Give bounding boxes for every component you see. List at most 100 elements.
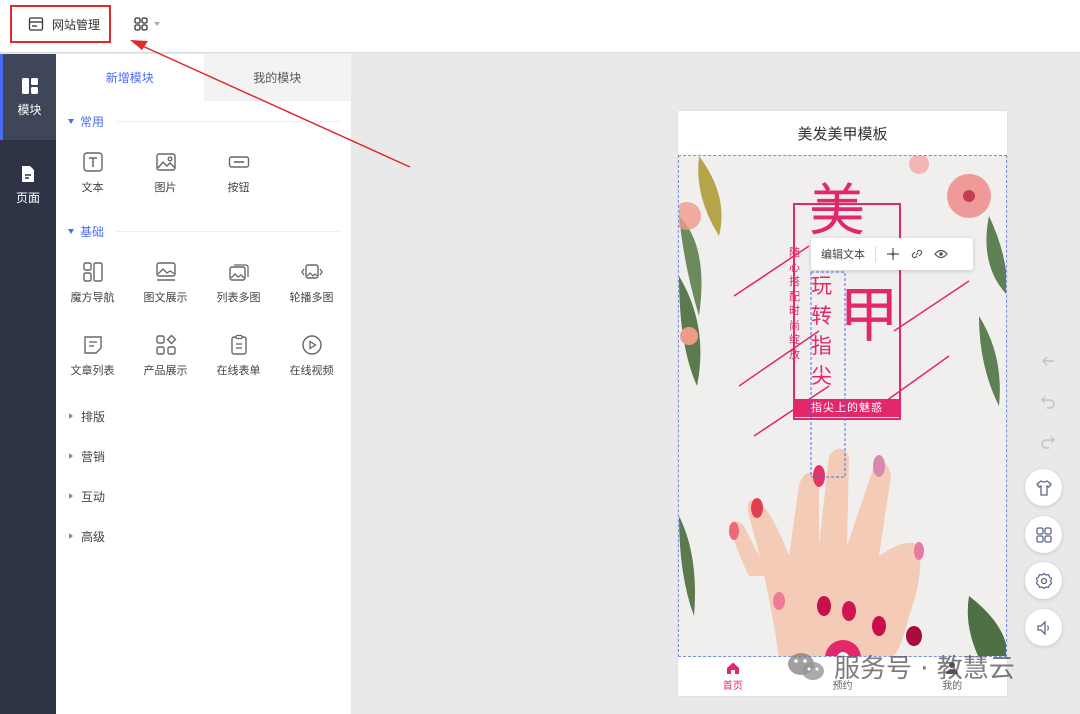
watermark-text: 服务号 · 教慧云: [834, 654, 1015, 684]
caret-right-icon: [69, 493, 73, 499]
phone-preview: 美发美甲模板 美 甲 随心搭配时尚绽放 玩转指尖 指尖上的魅惑 首页 预约 我的: [678, 111, 1007, 696]
divider: [116, 230, 339, 232]
home-icon: [726, 662, 739, 674]
page-icon: [22, 166, 34, 182]
gear-icon: [1035, 572, 1052, 589]
module-label: 按钮: [227, 180, 250, 194]
tab-my-modules[interactable]: 我的模块: [203, 54, 351, 101]
site-icon: [28, 17, 44, 31]
chevron-down-icon: [154, 22, 160, 26]
module-label: 在线视频: [289, 363, 334, 377]
module-list-images[interactable]: 列表多图: [202, 246, 275, 319]
module-carousel[interactable]: 轮播多图: [275, 246, 348, 319]
site-management-label: 网站管理: [52, 17, 101, 32]
link-icon[interactable]: [910, 247, 924, 261]
modules-button[interactable]: [1025, 516, 1062, 553]
section-advanced[interactable]: 高级: [56, 516, 351, 556]
module-button[interactable]: 按钮: [202, 136, 275, 209]
section-title: 常用: [80, 114, 105, 129]
rail-item-label: 模块: [17, 103, 42, 117]
button-icon: [228, 155, 249, 168]
section-interaction[interactable]: 互动: [56, 476, 351, 516]
undo-button[interactable]: [1037, 390, 1059, 412]
module-text[interactable]: 文本: [56, 136, 129, 209]
list-images-icon: [228, 263, 249, 281]
video-play-icon: [301, 334, 322, 355]
module-label: 图文展示: [143, 290, 188, 304]
carousel-icon: [300, 263, 323, 279]
article-list-icon: [83, 335, 102, 354]
section-title: 高级: [81, 529, 106, 544]
module-grid-common: 文本 图片 按钮: [56, 136, 351, 209]
rail-item-label: 页面: [15, 191, 40, 205]
speaker-icon: [1036, 619, 1049, 636]
tab-new-modules[interactable]: 新增模块: [56, 54, 204, 101]
redo-icon: [1041, 436, 1055, 449]
nav-label: 首页: [722, 681, 743, 692]
module-online-form[interactable]: 在线表单: [202, 319, 275, 392]
online-form-icon: [230, 334, 247, 355]
module-cube-nav[interactable]: 魔方导航: [56, 246, 129, 319]
poster-vertical-main[interactable]: 玩转指尖: [811, 271, 837, 391]
module-product-display[interactable]: 产品展示: [129, 319, 202, 392]
nav-home[interactable]: 首页: [703, 661, 763, 692]
module-article-list[interactable]: 文章列表: [56, 319, 129, 392]
theme-button[interactable]: [1025, 469, 1062, 506]
wechat-icon: [788, 652, 824, 680]
rail-item-modules[interactable]: 模块: [0, 54, 56, 140]
layout-blocks-icon: [21, 78, 38, 94]
section-title: 互动: [81, 489, 106, 504]
divider: [875, 246, 876, 262]
arrow-left-icon: [1042, 356, 1054, 366]
rail-item-pages[interactable]: 页面: [0, 142, 56, 228]
module-label: 轮播多图: [289, 290, 334, 304]
apps-menu-button[interactable]: [134, 17, 160, 31]
animation-icon[interactable]: [886, 247, 900, 261]
caret-down-icon: [68, 118, 74, 124]
module-image[interactable]: 图片: [129, 136, 202, 209]
left-rail: 模块 页面: [0, 54, 56, 714]
section-title: 基础: [80, 224, 105, 239]
shirt-icon: [1035, 479, 1052, 496]
cube-nav-icon: [82, 261, 103, 282]
section-header-common[interactable]: 常用: [56, 111, 351, 131]
eye-icon[interactable]: [934, 247, 948, 261]
edit-text-toolbar: 编辑文本: [811, 238, 973, 270]
image-icon: [155, 152, 176, 171]
module-label: 在线表单: [216, 363, 261, 377]
page-title: 美发美甲模板: [797, 124, 888, 143]
caret-down-icon: [68, 228, 74, 234]
settings-button[interactable]: [1025, 562, 1062, 599]
section-title: 排版: [81, 409, 106, 424]
edit-text-button[interactable]: 编辑文本: [821, 246, 865, 262]
grid-icon: [1035, 526, 1052, 543]
text-icon: [82, 151, 103, 172]
module-grid-basic: 魔方导航 图文展示 列表多图 轮播多图 文章列表 产品展示 在线表单 在线视频: [56, 246, 351, 392]
module-label: 图片: [154, 180, 177, 194]
top-bar: 网站管理: [0, 0, 1080, 53]
caret-right-icon: [69, 413, 73, 419]
caret-right-icon: [69, 533, 73, 539]
music-button[interactable]: [1025, 609, 1062, 646]
module-panel: 新增模块 我的模块 常用 文本 图片 按钮 基础 魔方导航 图文展示 列表多图 …: [56, 54, 351, 714]
section-layout[interactable]: 排版: [56, 396, 351, 436]
redo-button[interactable]: [1037, 430, 1059, 452]
section-title: 营销: [81, 449, 106, 464]
site-management-button[interactable]: 网站管理: [10, 5, 111, 43]
module-online-video[interactable]: 在线视频: [275, 319, 348, 392]
back-arrow-button[interactable]: [1037, 350, 1059, 372]
undo-icon: [1041, 396, 1055, 409]
module-tabs: 新增模块 我的模块: [56, 54, 351, 101]
product-display-icon: [155, 334, 176, 355]
section-header-basic[interactable]: 基础: [56, 221, 351, 241]
poster-image[interactable]: 美 甲 随心搭配时尚绽放 玩转指尖 指尖上的魅惑: [678, 155, 1007, 657]
caret-right-icon: [69, 453, 73, 459]
module-label: 文章列表: [70, 363, 115, 377]
watermark: 服务号 · 教慧云: [786, 648, 1015, 685]
module-image-text[interactable]: 图文展示: [129, 246, 202, 319]
section-marketing[interactable]: 营销: [56, 436, 351, 476]
module-label: 列表多图: [216, 290, 261, 304]
divider: [116, 120, 339, 122]
poster-banner: 指尖上的魅惑: [811, 401, 883, 414]
module-label: 产品展示: [143, 363, 188, 377]
